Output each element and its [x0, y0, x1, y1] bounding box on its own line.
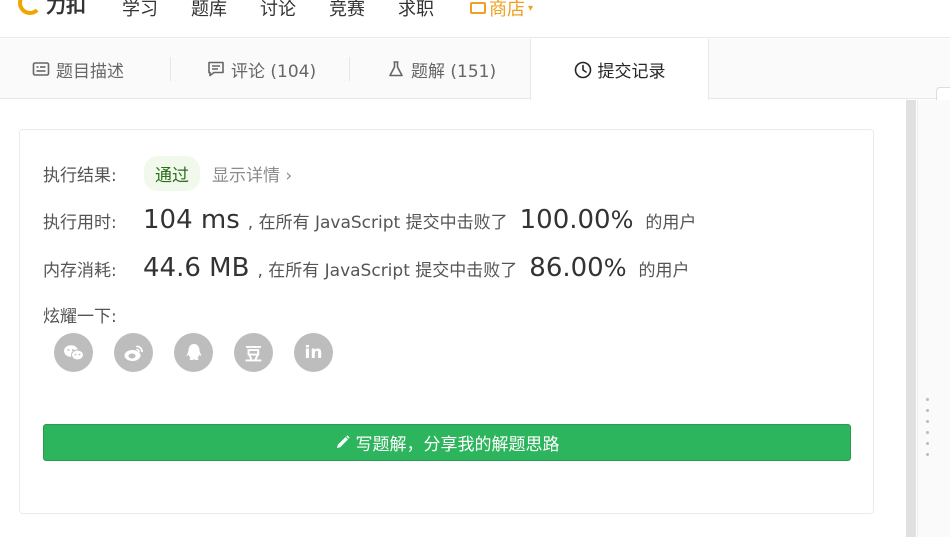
linkedin-icon: in — [304, 342, 323, 363]
show-details-link[interactable]: 显示详情 › — [212, 161, 292, 186]
tab-comments[interactable]: 评论 (104) — [207, 39, 316, 99]
memory-text: , 在所有 JavaScript 提交中击败了 — [257, 260, 518, 281]
status-badge: 通过 — [144, 156, 200, 191]
status-row: 执行结果: 通过 显示详情 › — [43, 156, 292, 191]
write-solution-label: 写题解，分享我的解题思路 — [355, 435, 560, 454]
tab-divider — [349, 57, 350, 81]
memory-percentile: 86.00 — [529, 253, 604, 283]
share-row: 炫耀一下: — [43, 302, 143, 327]
share-douban-button[interactable]: 豆 — [234, 333, 273, 372]
panel-resizer[interactable] — [917, 100, 950, 537]
tab-solutions[interactable]: 题解 (151) — [387, 39, 496, 99]
status-label: 执行结果: — [43, 166, 117, 186]
brand-name: 力扣 — [46, 0, 86, 17]
caret-down-icon: ▾ — [528, 2, 534, 14]
tab-bar: 题目描述 评论 (104) 题解 (151) 提交记录 — [0, 39, 950, 129]
pencil-icon — [336, 435, 350, 448]
memory-label: 内存消耗: — [43, 260, 117, 281]
nav-problems[interactable]: 题库 — [191, 0, 227, 21]
nav-jobs[interactable]: 求职 — [398, 0, 434, 21]
share-label: 炫耀一下: — [43, 307, 117, 327]
store-icon — [470, 2, 486, 14]
tab-submissions-label: 提交记录 — [597, 62, 666, 82]
description-icon — [32, 62, 50, 76]
runtime-text: , 在所有 JavaScript 提交中击败了 — [247, 212, 508, 233]
share-buttons: 豆 in — [54, 333, 333, 372]
runtime-percentile: 100.00 — [519, 205, 611, 235]
nav-contest[interactable]: 竞赛 — [329, 0, 365, 21]
memory-row: 内存消耗: 44.6 MB , 在所有 JavaScript 提交中击败了 86… — [43, 253, 690, 283]
nav-store-label: 商店 — [489, 0, 525, 20]
brand-logo[interactable]: 力扣 — [18, 0, 86, 18]
clock-icon — [574, 61, 591, 78]
qq-icon — [186, 343, 201, 360]
memory-percent-sign: % — [603, 254, 627, 282]
wechat-icon — [63, 344, 84, 360]
share-linkedin-button[interactable]: in — [294, 333, 333, 372]
tab-solutions-label: 题解 (151) — [411, 61, 497, 82]
tab-description-label: 题目描述 — [56, 61, 124, 82]
runtime-value: 104 ms — [143, 205, 240, 235]
show-details-label: 显示详情 — [212, 166, 280, 186]
resize-handle-icon[interactable] — [926, 398, 930, 466]
comment-icon — [208, 61, 224, 77]
share-weibo-button[interactable] — [114, 333, 153, 372]
top-nav: 力扣 学习 题库 讨论 竞赛 求职 商店 ▾ — [0, 0, 950, 38]
chevron-right-icon: › — [285, 166, 293, 186]
douban-icon: 豆 — [245, 345, 262, 365]
memory-suffix: 的用户 — [638, 260, 690, 281]
runtime-row: 执行用时: 104 ms , 在所有 JavaScript 提交中击败了 100… — [43, 205, 696, 235]
runtime-suffix: 的用户 — [645, 212, 697, 233]
memory-value: 44.6 MB — [143, 253, 250, 283]
flask-icon — [389, 61, 403, 77]
tab-divider — [170, 57, 171, 81]
submission-result-card: 执行结果: 通过 显示详情 › 执行用时: 104 ms , 在所有 JavaS… — [19, 129, 874, 514]
write-solution-button[interactable]: 写题解，分享我的解题思路 — [43, 424, 851, 461]
tab-submissions[interactable]: 提交记录 — [530, 39, 709, 100]
tab-comments-label: 评论 (104) — [231, 61, 317, 82]
scrollbar[interactable] — [906, 100, 916, 537]
tab-description[interactable]: 题目描述 — [32, 39, 124, 99]
weibo-icon — [124, 345, 143, 361]
share-wechat-button[interactable] — [54, 333, 93, 372]
nav-store[interactable]: 商店 ▾ — [470, 0, 533, 21]
nav-learn[interactable]: 学习 — [122, 0, 158, 21]
logo-icon — [18, 0, 42, 15]
nav-discuss[interactable]: 讨论 — [260, 0, 296, 21]
share-qq-button[interactable] — [174, 333, 213, 372]
scrollbar-thumb[interactable] — [906, 100, 916, 537]
runtime-percent-sign: % — [610, 206, 634, 234]
runtime-label: 执行用时: — [43, 212, 117, 233]
